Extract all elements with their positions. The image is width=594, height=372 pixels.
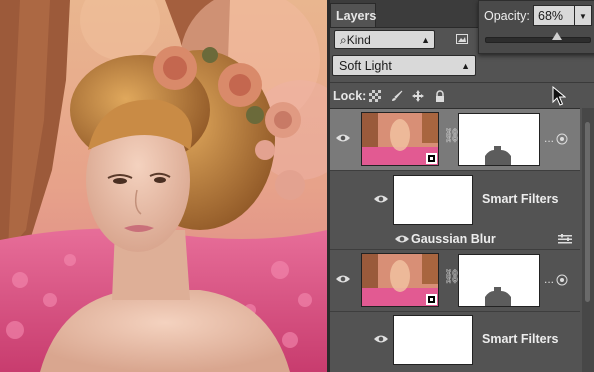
lock-image-pixels-icon[interactable] [391, 90, 403, 102]
layer-mask-thumbnail[interactable] [458, 113, 540, 166]
blend-opacity-row: Soft Light ▲ [330, 52, 594, 82]
opacity-slider-thumb[interactable] [551, 32, 562, 40]
smart-filter-expand-icon[interactable] [556, 274, 568, 286]
layers-list: ⛓ ... Smart Filters Gaussian Blur ⛓ ... … [330, 108, 580, 372]
visibility-eye-icon[interactable] [374, 334, 388, 344]
filter-name: Gaussian Blur [411, 232, 496, 246]
layers-panel: Layers « ⌕Kind ▲ Soft Light ▲ Opacity: 6… [330, 0, 594, 372]
updown-arrows-icon: ▲ [421, 35, 430, 45]
smart-object-badge-icon [426, 294, 437, 305]
blend-mode-select[interactable]: Soft Light ▲ [332, 55, 476, 76]
smart-object-badge-icon [426, 153, 437, 164]
filter-item-row[interactable]: Gaussian Blur [330, 230, 580, 249]
filter-effects-dots: ... [544, 131, 555, 145]
search-icon: ⌕ [340, 33, 347, 47]
lock-all-icon[interactable] [434, 90, 446, 102]
visibility-eye-icon[interactable] [374, 194, 388, 204]
lock-label: Lock: [333, 89, 367, 103]
opacity-popup: Opacity: 68% ▼ [478, 0, 594, 54]
layer-thumbnail[interactable] [361, 253, 439, 307]
smart-filters-row[interactable]: Smart Filters [330, 310, 580, 370]
tab-layers[interactable]: Layers [330, 3, 376, 27]
smart-filters-label: Smart Filters [482, 192, 559, 206]
smart-filter-mask-thumbnail[interactable] [393, 315, 473, 365]
kind-label: Kind [346, 33, 371, 47]
smart-filters-label: Smart Filters [482, 332, 559, 346]
layers-scrollbar-thumb[interactable] [585, 122, 590, 302]
opacity-label: Opacity: [484, 9, 530, 23]
opacity-dropdown-button[interactable]: ▼ [574, 5, 592, 26]
smart-filters-row[interactable]: Smart Filters [330, 170, 580, 230]
layer-thumbnail[interactable] [361, 112, 439, 166]
mouse-pointer-icon [552, 86, 566, 106]
blend-mode-value: Soft Light [339, 59, 392, 73]
filter-blending-options-icon[interactable] [558, 234, 572, 244]
visibility-eye-icon[interactable] [395, 234, 409, 244]
layer-row-smart-object-selected[interactable]: ⛓ ... [330, 109, 580, 171]
lock-transparent-pixels-icon[interactable] [369, 90, 381, 102]
visibility-eye-icon[interactable] [336, 133, 350, 143]
portrait-image [0, 0, 327, 372]
image-filter-icon[interactable] [456, 33, 468, 45]
filter-effects-dots: ... [544, 272, 555, 286]
layer-mask-thumbnail[interactable] [458, 254, 540, 307]
opacity-field[interactable]: 68% [533, 5, 575, 26]
document-canvas[interactable] [0, 0, 327, 372]
smart-filter-expand-icon[interactable] [556, 133, 568, 145]
visibility-eye-icon[interactable] [336, 274, 350, 284]
layer-mask-image [459, 255, 539, 306]
updown-arrows-icon: ▲ [461, 61, 470, 71]
layer-row-smart-object[interactable]: ⛓ ... [330, 249, 580, 312]
smart-filter-mask-thumbnail[interactable] [393, 175, 473, 225]
filter-kind-select[interactable]: ⌕Kind ▲ [334, 30, 435, 49]
opacity-slider[interactable] [485, 32, 591, 43]
layer-mask-image [459, 114, 539, 165]
lock-position-icon[interactable] [412, 90, 424, 102]
